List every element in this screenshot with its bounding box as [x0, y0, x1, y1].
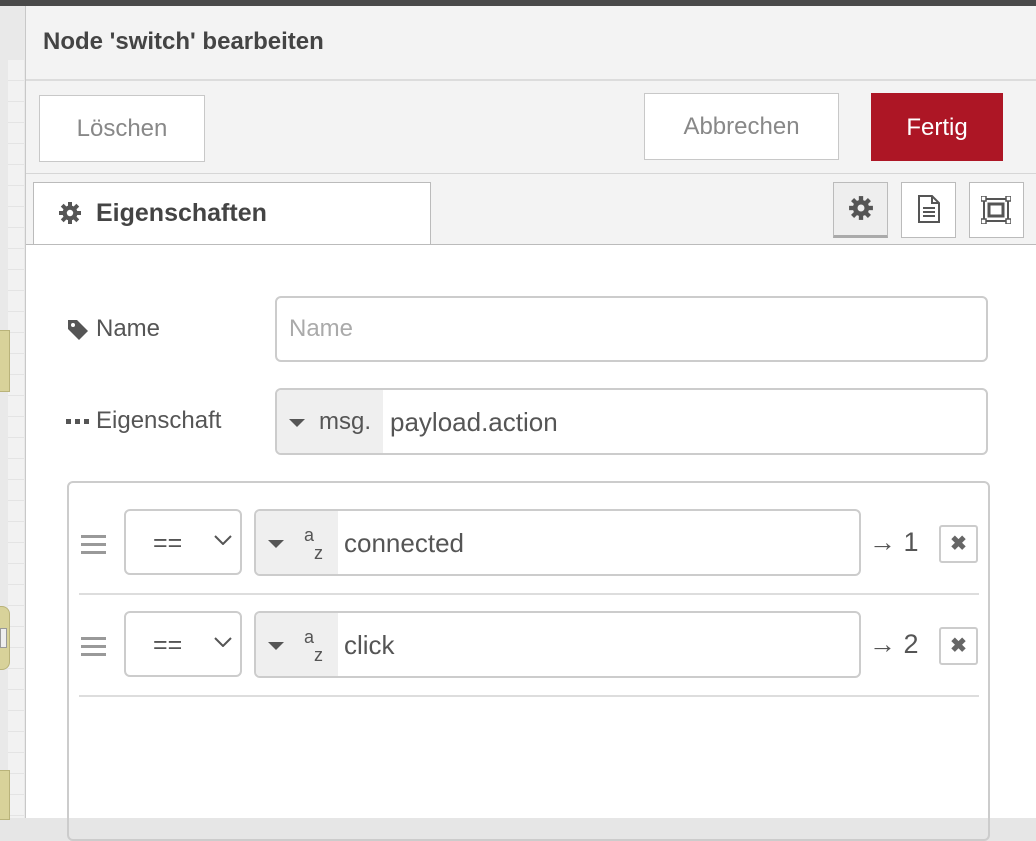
rule-operator-select[interactable]: ==: [124, 611, 242, 677]
rule-row: == az connected → 1 ✖: [69, 493, 988, 595]
rule-operator: ==: [153, 631, 183, 659]
rule-output-label: → 2: [869, 629, 919, 659]
tray-title: Node 'switch' bearbeiten: [43, 28, 324, 55]
delete-button[interactable]: Löschen: [39, 95, 205, 162]
tab-bar: Eigenschaften: [26, 174, 1036, 245]
rule-value-input[interactable]: az click: [254, 611, 861, 678]
tray-toolbar: Löschen Abbrechen Fertig: [26, 81, 1036, 174]
property-row-label: Eigenschaft: [66, 407, 221, 435]
close-icon: ✖: [950, 533, 967, 555]
close-icon: ✖: [950, 635, 967, 657]
caret-down-icon: [268, 540, 284, 548]
rule-delete-button[interactable]: ✖: [939, 627, 978, 665]
rule-output-label: → 1: [869, 527, 919, 557]
string-type-icon: az: [304, 525, 323, 563]
property-input[interactable]: msg. payload.action: [275, 388, 988, 455]
cancel-button[interactable]: Abbrechen: [644, 93, 839, 160]
properties-form: Name Eigenschaft msg. payload.action ==: [26, 245, 1036, 841]
rule-value[interactable]: connected: [344, 528, 464, 559]
done-button[interactable]: Fertig: [871, 93, 1003, 161]
tab-description-button[interactable]: [901, 182, 956, 238]
workspace-node[interactable]: [0, 770, 10, 820]
tag-icon: [68, 319, 88, 340]
edit-tray: Node 'switch' bearbeiten Löschen Abbrech…: [25, 6, 1036, 841]
gear-icon: [849, 196, 873, 220]
drag-handle-icon[interactable]: [81, 535, 106, 555]
caret-down-icon: [268, 642, 284, 650]
rule-delete-button[interactable]: ✖: [939, 525, 978, 563]
property-value[interactable]: payload.action: [390, 407, 558, 438]
name-row-label: Name: [66, 315, 160, 343]
rule-operator-select[interactable]: ==: [124, 509, 242, 575]
string-type-icon: az: [304, 627, 323, 665]
name-input[interactable]: [275, 296, 988, 362]
appearance-icon: [981, 196, 1011, 224]
rules-list: == az connected → 1 ✖ == a z click → 2 ✖: [67, 481, 990, 841]
gear-icon: [59, 202, 81, 224]
tab-appearance-button[interactable]: [969, 182, 1024, 238]
ellipsis-icon: [66, 418, 89, 424]
tab-properties[interactable]: Eigenschaften: [33, 182, 431, 244]
rule-value-input[interactable]: az connected: [254, 509, 861, 576]
caret-down-icon: [289, 419, 305, 427]
workspace-node-port[interactable]: [0, 628, 7, 648]
workspace-grid: [8, 60, 24, 818]
tray-header: Node 'switch' bearbeiten: [26, 6, 1036, 81]
chevron-down-icon: [214, 637, 232, 647]
property-label: Eigenschaft: [96, 407, 222, 434]
chevron-down-icon: [214, 535, 232, 545]
name-label: Name: [96, 315, 161, 342]
rule-value[interactable]: click: [344, 630, 395, 661]
workspace-node[interactable]: [0, 330, 10, 392]
rule-operator: ==: [153, 529, 183, 557]
property-type-prefix: msg.: [319, 408, 372, 435]
document-icon: [918, 195, 940, 223]
rule-divider: [79, 695, 979, 697]
tab-properties-label: Eigenschaften: [96, 199, 267, 227]
rule-row: == az click → 2 ✖: [69, 595, 988, 697]
drag-handle-icon[interactable]: [81, 637, 106, 657]
tab-settings-button[interactable]: [833, 182, 888, 238]
